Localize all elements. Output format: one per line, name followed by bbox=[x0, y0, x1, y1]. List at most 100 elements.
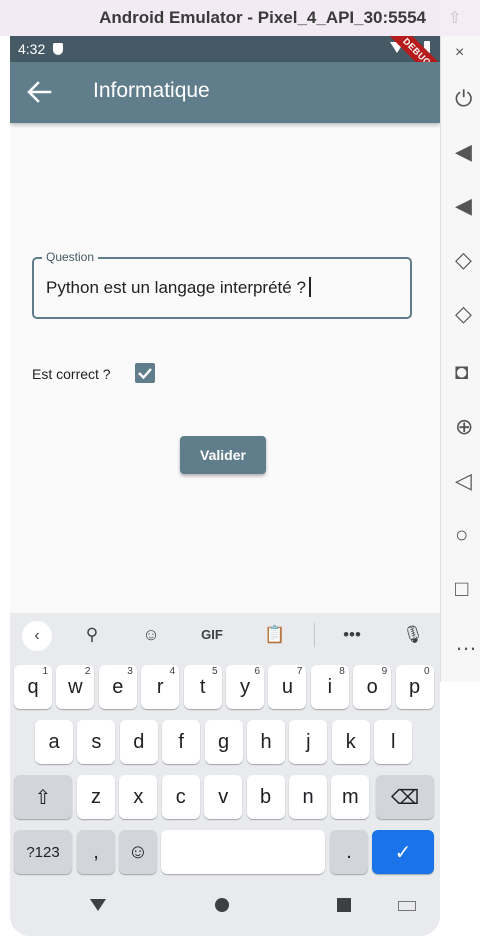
key-k[interactable]: k bbox=[331, 720, 370, 764]
question-input[interactable]: Question Python est un langage interprét… bbox=[32, 250, 412, 319]
symbols-key[interactable]: ?123 bbox=[14, 830, 72, 874]
key-a-label: a bbox=[48, 730, 60, 753]
key-z-label: z bbox=[91, 785, 101, 808]
emulator-title-bar: Android Emulator - Pixel_4_API_30:5554 bbox=[0, 0, 440, 36]
backspace-key[interactable]: ⌫ bbox=[376, 775, 434, 819]
key-t-hint: 5 bbox=[212, 666, 218, 677]
back-icon[interactable]: ◁ bbox=[455, 468, 472, 494]
share-icon[interactable]: ⇧ bbox=[448, 8, 461, 28]
volume-down-icon[interactable]: ◀ bbox=[455, 193, 472, 219]
question-value[interactable]: Python est un langage interprété ? bbox=[46, 277, 311, 298]
key-g-label: g bbox=[218, 730, 230, 753]
key-f[interactable]: f bbox=[162, 720, 201, 764]
key-i-label: i bbox=[327, 675, 333, 698]
key-m[interactable]: m bbox=[331, 775, 370, 819]
nav-recents-icon[interactable] bbox=[337, 898, 351, 912]
close-icon[interactable]: × bbox=[455, 44, 464, 62]
key-e[interactable]: e3 bbox=[98, 665, 137, 709]
key-x[interactable]: x bbox=[119, 775, 158, 819]
key-w-label: w bbox=[68, 675, 83, 698]
gif-button[interactable]: GIF bbox=[197, 627, 227, 642]
text-caret bbox=[308, 277, 311, 297]
rotate-left-icon[interactable]: ◇ bbox=[455, 247, 472, 273]
keyboard-switch-icon[interactable] bbox=[398, 901, 416, 911]
key-p-hint: 0 bbox=[424, 666, 430, 677]
key-s[interactable]: s bbox=[77, 720, 116, 764]
question-label: Question bbox=[42, 250, 99, 264]
key-v-label: v bbox=[218, 785, 229, 808]
key-c[interactable]: c bbox=[161, 775, 200, 819]
period-key-label: . bbox=[346, 840, 352, 863]
correct-checkbox[interactable] bbox=[135, 363, 155, 383]
key-h[interactable]: h bbox=[247, 720, 285, 764]
key-u-label: u bbox=[281, 675, 293, 698]
comma-key[interactable]: , bbox=[77, 830, 115, 874]
status-time: 4:32 bbox=[18, 41, 46, 57]
emoji-key[interactable]: ☺ bbox=[119, 830, 157, 874]
submit-button[interactable]: Valider bbox=[180, 436, 266, 474]
home-icon[interactable]: ○ bbox=[455, 522, 468, 548]
key-h-label: h bbox=[260, 730, 272, 753]
space-key[interactable] bbox=[161, 830, 325, 874]
backspace-key-label: ⌫ bbox=[390, 786, 420, 809]
clipboard-icon[interactable]: 📋 bbox=[260, 625, 290, 645]
more-icon[interactable]: ••• bbox=[337, 625, 367, 645]
toolbar-divider bbox=[314, 623, 315, 647]
mic-icon[interactable]: 🎙 bbox=[398, 625, 428, 645]
collapse-keyboard-icon[interactable]: ‹ bbox=[22, 621, 52, 651]
key-d[interactable]: d bbox=[119, 720, 158, 764]
page-title: Informatique bbox=[93, 79, 210, 102]
key-j[interactable]: j bbox=[289, 720, 328, 764]
sticker-icon[interactable]: ☺ bbox=[136, 625, 166, 645]
key-y[interactable]: y6 bbox=[226, 665, 264, 709]
key-c-label: c bbox=[175, 785, 186, 808]
enter-key[interactable]: ✓ bbox=[372, 830, 434, 874]
key-u[interactable]: u7 bbox=[268, 665, 307, 709]
key-p[interactable]: p0 bbox=[395, 665, 434, 709]
key-a[interactable]: a bbox=[35, 720, 73, 764]
key-i[interactable]: i8 bbox=[310, 665, 349, 709]
search-icon[interactable]: ⚲ bbox=[77, 625, 107, 645]
key-e-label: e bbox=[112, 675, 124, 698]
key-f-label: f bbox=[178, 730, 184, 753]
key-j-label: j bbox=[306, 730, 311, 753]
key-z[interactable]: z bbox=[77, 775, 115, 819]
key-g[interactable]: g bbox=[204, 720, 243, 764]
key-q-label: q bbox=[27, 675, 39, 698]
symbols-key-label: ?123 bbox=[26, 843, 60, 861]
back-arrow-icon[interactable] bbox=[26, 80, 52, 104]
key-o[interactable]: o9 bbox=[353, 665, 392, 709]
key-k-label: k bbox=[345, 730, 356, 753]
key-o-hint: 9 bbox=[381, 666, 388, 677]
key-x-label: x bbox=[133, 785, 144, 808]
overview-icon[interactable]: □ bbox=[455, 576, 468, 602]
key-w[interactable]: w2 bbox=[56, 665, 95, 709]
key-s-label: s bbox=[91, 730, 102, 753]
title-bar-extension: ⇧ bbox=[440, 0, 480, 36]
key-l[interactable]: l bbox=[374, 720, 413, 764]
key-t[interactable]: t5 bbox=[183, 665, 222, 709]
shift-key[interactable]: ⇧ bbox=[14, 775, 72, 819]
volume-up-icon[interactable]: ◀ bbox=[455, 139, 472, 165]
key-n[interactable]: n bbox=[289, 775, 327, 819]
more-options-icon[interactable]: … bbox=[455, 630, 477, 656]
emulator-title: Android Emulator - Pixel_4_API_30:5554 bbox=[99, 8, 426, 27]
camera-icon[interactable]: ◘ bbox=[455, 359, 468, 385]
key-b[interactable]: b bbox=[246, 775, 285, 819]
nav-home-icon[interactable] bbox=[215, 898, 229, 912]
comma-key-label: , bbox=[93, 840, 99, 863]
key-n-label: n bbox=[302, 785, 314, 808]
power-icon[interactable]: ⏻ bbox=[455, 86, 472, 112]
app-bar: Informatique bbox=[10, 62, 440, 123]
key-q[interactable]: q1 bbox=[14, 665, 52, 709]
status-bar: 4:32 DEBUG bbox=[10, 36, 440, 90]
nav-back-icon[interactable] bbox=[90, 899, 106, 911]
rotate-right-icon[interactable]: ◇ bbox=[455, 301, 472, 327]
key-q-hint: 1 bbox=[42, 666, 48, 677]
zoom-icon[interactable]: ⊕ bbox=[455, 414, 473, 440]
period-key[interactable]: . bbox=[330, 830, 368, 874]
phone-screen: 4:32 DEBUG Informatique Question Python … bbox=[10, 36, 440, 936]
keyboard-toolbar: ‹ ⚲ ☺ GIF 📋 ••• 🎙 bbox=[10, 613, 440, 659]
key-r[interactable]: r4 bbox=[141, 665, 180, 709]
key-v[interactable]: v bbox=[204, 775, 243, 819]
